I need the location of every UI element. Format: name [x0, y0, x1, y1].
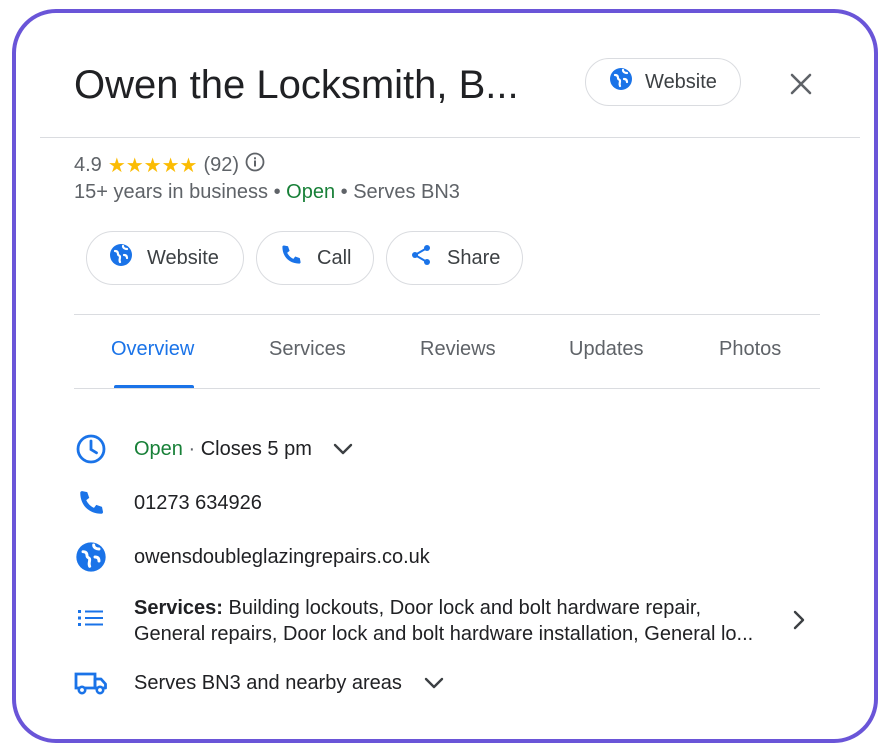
tab-services[interactable]: Services	[269, 338, 346, 361]
website-button[interactable]: Website	[86, 231, 244, 285]
website-url[interactable]: owensdoubleglazingrepairs.co.uk	[134, 540, 430, 570]
phone-icon	[279, 243, 303, 273]
phone-icon	[74, 486, 108, 520]
header-divider	[40, 137, 860, 138]
tab-overview[interactable]: Overview	[111, 338, 194, 361]
business-meta: 15+ years in business • Open • Serves BN…	[74, 181, 460, 204]
years-in-business: 15+ years in business	[74, 181, 269, 203]
chevron-down-icon[interactable]	[333, 437, 353, 463]
rating-score: 4.9	[74, 153, 102, 176]
open-status: Open	[286, 181, 336, 203]
tab-bar: Overview Services Reviews Updates Photos	[74, 316, 820, 388]
share-icon	[409, 243, 433, 273]
divider	[74, 314, 820, 315]
website-button-label: Website	[147, 246, 219, 269]
star-rating: ★★★★★	[107, 154, 198, 177]
call-button[interactable]: Call	[256, 231, 374, 285]
divider	[74, 388, 820, 389]
service-area-row[interactable]: Serves BN3 and nearby areas	[74, 666, 444, 700]
phone-row[interactable]: 01273 634926	[74, 486, 262, 520]
tab-reviews[interactable]: Reviews	[420, 338, 496, 361]
service-area-text: Serves BN3 and nearby areas	[134, 672, 402, 694]
tab-updates[interactable]: Updates	[569, 338, 644, 361]
services-label: Services:	[134, 597, 223, 619]
header-website-label: Website	[645, 70, 717, 93]
hours-row[interactable]: Open · Closes 5 pm	[74, 432, 353, 466]
meta-dot: •	[335, 181, 354, 203]
globe-icon	[109, 243, 133, 273]
meta-dot: •	[268, 181, 287, 203]
clock-icon	[74, 432, 108, 466]
header-website-button[interactable]: Website	[585, 58, 741, 106]
services-row[interactable]: Services: Building lockouts, Door lock a…	[74, 595, 806, 647]
share-button-label: Share	[447, 246, 501, 269]
hours-separator: ·	[182, 438, 201, 460]
hours-open-status: Open	[134, 438, 183, 460]
info-icon[interactable]	[245, 152, 265, 178]
phone-number: 01273 634926	[134, 492, 262, 514]
business-title: Owen the Locksmith, B...	[74, 63, 519, 107]
review-count[interactable]: (92)	[203, 154, 239, 177]
rating-row: 4.9 ★★★★★ (92)	[74, 152, 265, 178]
closing-time: Closes 5 pm	[200, 438, 312, 460]
share-button[interactable]: Share	[386, 231, 523, 285]
truck-icon	[74, 666, 108, 700]
chevron-right-icon[interactable]	[792, 609, 806, 636]
list-icon	[74, 601, 108, 635]
business-panel: Owen the Locksmith, B... Website 4.9 ★★★…	[12, 9, 878, 743]
action-buttons: Website Call Share	[86, 231, 523, 285]
services-list-line2: General repairs, Door lock and bolt hard…	[134, 623, 754, 645]
service-area: Serves BN3	[353, 181, 460, 203]
services-list-line1: Building lockouts, Door lock and bolt ha…	[222, 597, 702, 619]
website-row[interactable]: owensdoubleglazingrepairs.co.uk	[74, 540, 430, 574]
globe-icon	[609, 67, 633, 97]
chevron-down-icon[interactable]	[424, 671, 444, 697]
close-icon[interactable]	[786, 69, 816, 99]
tab-photos[interactable]: Photos	[719, 338, 781, 361]
call-button-label: Call	[317, 246, 352, 269]
globe-icon	[74, 540, 108, 574]
